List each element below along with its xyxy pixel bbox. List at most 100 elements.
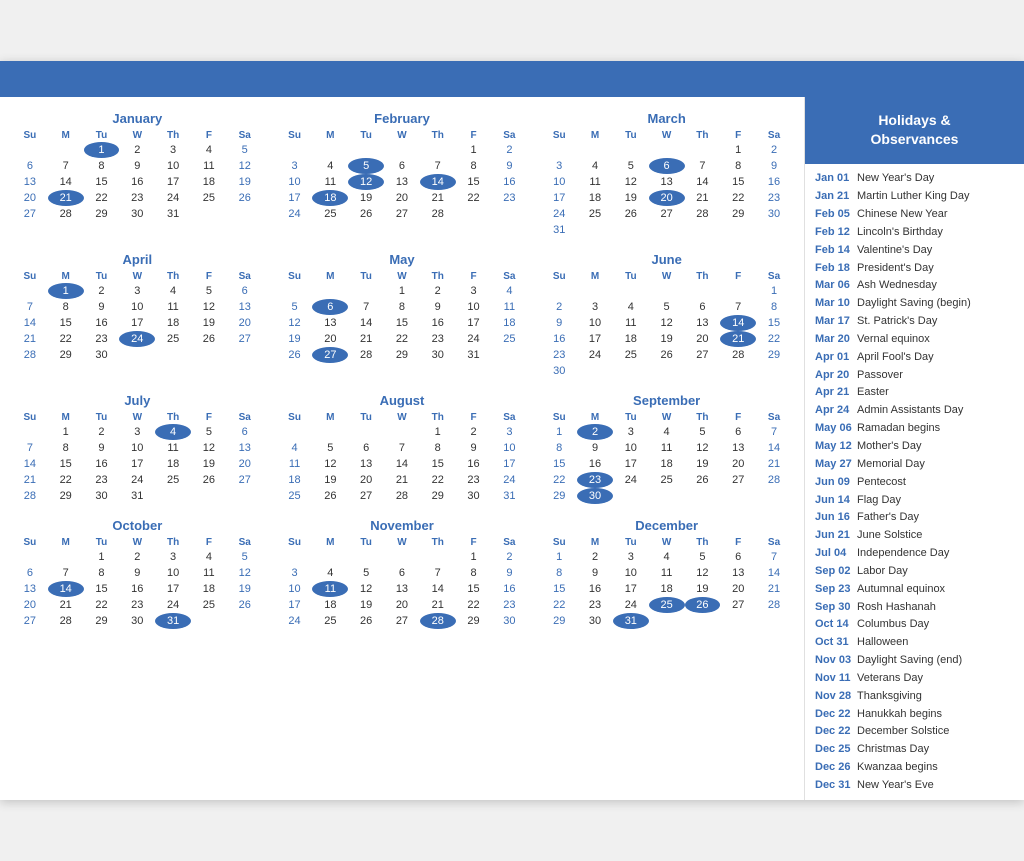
calendar-cell: 18 [613,331,649,347]
calendar-cell: 13 [12,174,48,190]
calendar-cell: 18 [491,315,527,331]
calendar-cell: 1 [541,424,577,440]
calendar-cell: 30 [119,206,155,222]
calendar-cell: 3 [277,158,313,174]
calendar-cell: 17 [277,597,313,613]
holiday-item: Sep 23Autumnal equinox [815,580,1014,598]
calendar-cell: 16 [541,331,577,347]
day-header: Tu [84,536,120,549]
calendar-cell: 21 [12,472,48,488]
day-header: M [48,270,84,283]
calendar-cell: 3 [613,549,649,565]
holiday-date: Sep 02 [815,564,853,579]
calendar-cell: 6 [720,424,756,440]
month-block-june: JuneSuMTuWThFSa1234567891011121314151617… [537,248,796,383]
calendar-cell: 5 [191,283,227,299]
calendar-cell: 24 [613,597,649,613]
sidebar-header: Holidays &Observances [805,97,1024,164]
calendar-cell: 3 [541,158,577,174]
month-name: September [541,393,792,408]
month-block-october: OctoberSuMTuWThFSa1234567891011121314151… [8,514,267,633]
calendar-cell [312,549,348,565]
day-header: Tu [348,270,384,283]
calendar-cell: 25 [155,331,191,347]
calendar-cell: 28 [384,488,420,504]
calendar-cell: 19 [191,315,227,331]
day-header: Sa [756,536,792,549]
day-header: Su [12,129,48,142]
day-header: M [48,411,84,424]
calendar-cell: 12 [191,440,227,456]
calendar-cell [577,222,613,238]
calendar-cell: 6 [720,549,756,565]
holiday-item: Feb 18President's Day [815,259,1014,277]
calendar-cell: 28 [756,472,792,488]
calendar-cell: 8 [456,158,492,174]
calendar-cell: 18 [577,190,613,206]
calendar-cell: 5 [685,424,721,440]
holiday-name: Independence Day [857,546,949,561]
day-header: M [312,536,348,549]
calendar-cell: 20 [312,331,348,347]
day-header: M [577,411,613,424]
calendar-cell: 28 [12,488,48,504]
calendar-cell: 9 [491,158,527,174]
calendar-cell [456,206,492,222]
holiday-date: May 12 [815,439,853,454]
calendar-cell: 11 [155,440,191,456]
calendar-cell: 14 [48,581,84,597]
day-header: Sa [756,411,792,424]
holiday-date: Mar 17 [815,314,853,329]
holiday-date: Dec 31 [815,778,853,793]
calendar-cell: 25 [312,613,348,629]
day-header: M [48,536,84,549]
calendar-cell: 3 [155,549,191,565]
month-block-december: DecemberSuMTuWThFSa123456789101112131415… [537,514,796,633]
holiday-name: Father's Day [857,510,919,525]
calendar-cell [384,142,420,158]
calendar-cell: 17 [456,315,492,331]
holiday-date: Jan 01 [815,171,853,186]
calendar-cell: 4 [491,283,527,299]
calendar-cell: 4 [155,424,191,440]
day-header: W [119,129,155,142]
calendar-cell: 16 [420,315,456,331]
calendar-cell: 15 [456,581,492,597]
calendar-table: SuMTuWThFSa12345678910111213141516171819… [12,129,263,222]
calendar-cell [312,424,348,440]
calendar-cell: 5 [191,424,227,440]
calendar-cell: 5 [348,565,384,581]
calendar-cell: 21 [420,597,456,613]
holiday-name: Columbus Day [857,617,929,632]
calendar-cell: 9 [756,158,792,174]
calendar-cell: 29 [756,347,792,363]
holiday-item: Nov 03Daylight Saving (end) [815,652,1014,670]
holiday-date: Apr 01 [815,350,853,365]
calendar-cell: 26 [685,472,721,488]
calendar-cell: 14 [420,581,456,597]
calendar-cell: 18 [277,472,313,488]
calendar-cell: 3 [456,283,492,299]
calendar-cell: 2 [456,424,492,440]
holiday-item: Mar 06Ash Wednesday [815,277,1014,295]
calendar-cell: 30 [541,363,577,379]
calendar-cell: 7 [12,440,48,456]
calendar-cell: 9 [577,565,613,581]
calendar-table: SuMTuWThFSa12345678910111213141516171819… [277,129,528,222]
calendar-cell: 15 [84,174,120,190]
holiday-date: Feb 12 [815,225,853,240]
holiday-item: Apr 20Passover [815,366,1014,384]
calendar-cell [277,142,313,158]
day-header: Su [541,270,577,283]
holiday-date: Nov 11 [815,671,853,686]
day-header: Th [155,270,191,283]
calendar-cell: 6 [649,158,685,174]
calendar-cell: 30 [577,488,613,504]
calendar-cell: 3 [277,565,313,581]
holiday-name: Valentine's Day [857,243,932,258]
calendar-cell: 27 [384,206,420,222]
calendar-cell: 8 [541,565,577,581]
calendar-cell: 26 [227,190,263,206]
calendar-cell [348,142,384,158]
calendar-cell: 28 [12,347,48,363]
